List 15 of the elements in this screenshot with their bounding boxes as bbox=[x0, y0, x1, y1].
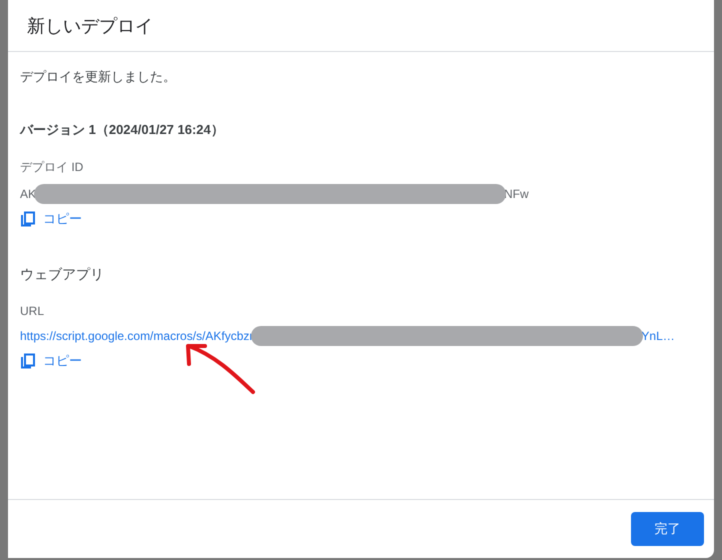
copy-link[interactable]: コピー bbox=[20, 210, 82, 228]
dialog-title: 新しいデプロイ bbox=[27, 14, 153, 38]
status-message: デプロイを更新しました。 bbox=[20, 68, 177, 86]
field-label: デプロイ ID bbox=[20, 159, 84, 176]
url-link[interactable]: YnL… bbox=[641, 329, 675, 343]
done-button[interactable]: 完了 bbox=[631, 512, 704, 546]
section-heading: ウェブアプリ bbox=[20, 266, 105, 284]
copy-link[interactable]: コピー bbox=[20, 352, 82, 370]
deploy-id-text: NFw bbox=[504, 187, 529, 201]
url-link[interactable]: https://script.google.com/macros/s/AKfycbzr bbox=[20, 329, 254, 343]
version-text: バージョン 1（2024/01/27 16:24） bbox=[20, 121, 225, 139]
copy-icon bbox=[20, 211, 36, 227]
copy-icon bbox=[20, 353, 36, 369]
field-label: URL bbox=[20, 304, 46, 318]
deploy-id-text: AK bbox=[20, 187, 36, 201]
